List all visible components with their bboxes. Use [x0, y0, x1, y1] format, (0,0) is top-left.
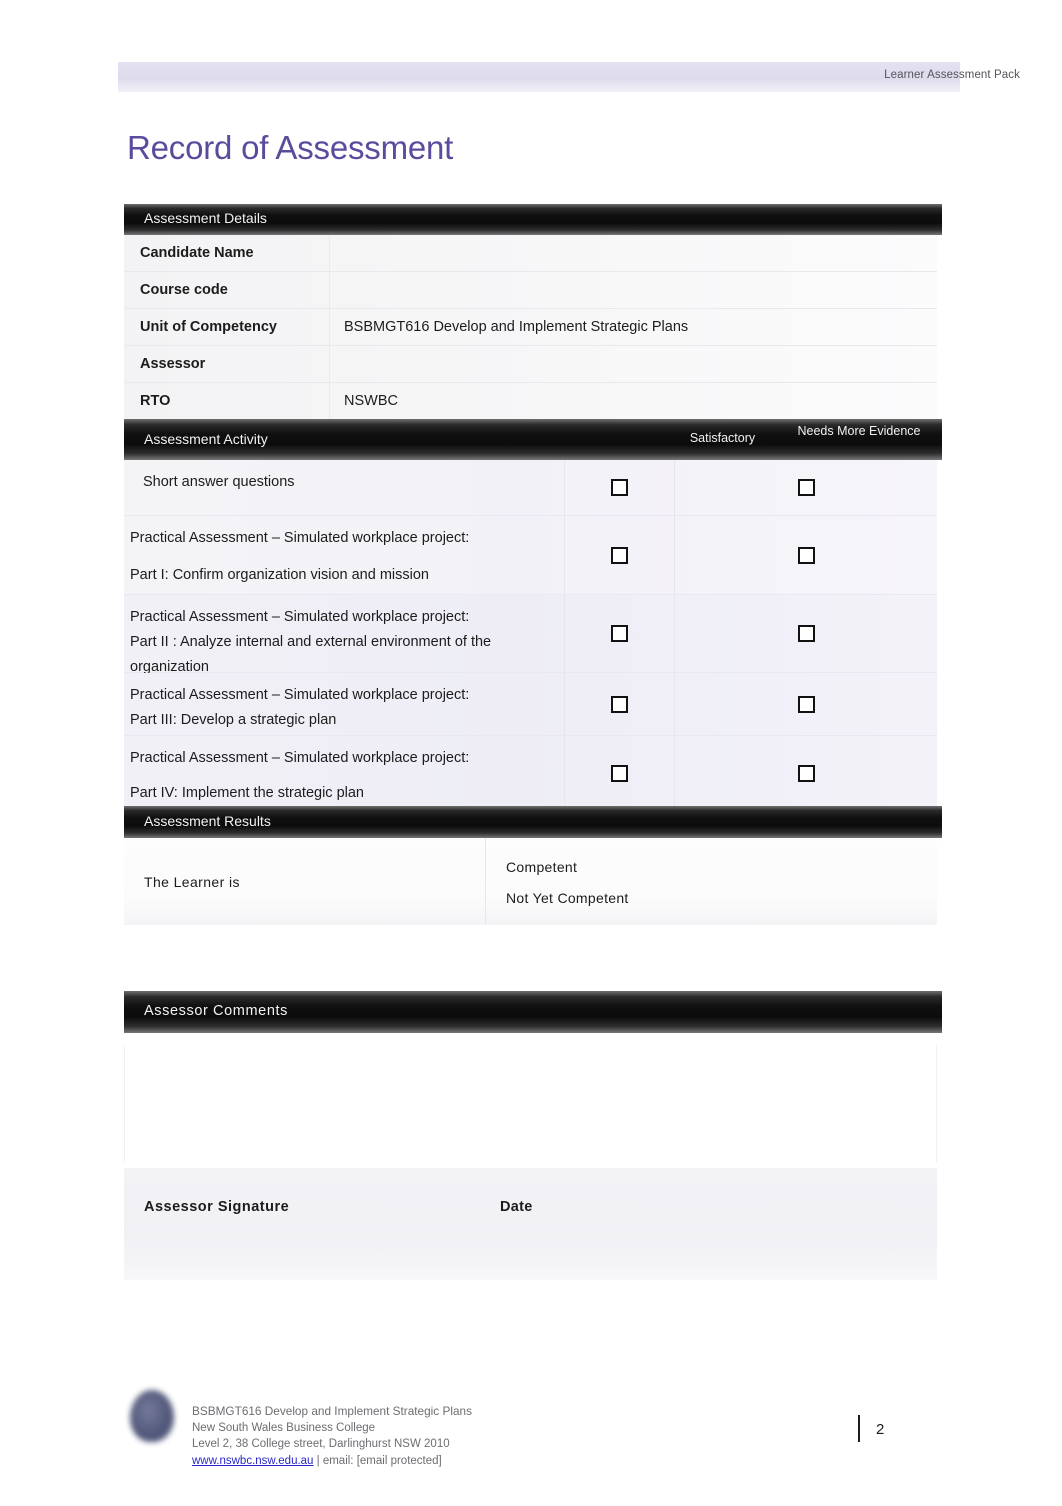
footer-website-link[interactable]: www.nswbc.nsw.edu.au [192, 1455, 313, 1467]
detail-label-unit-of-competency: Unit of Competency [124, 309, 330, 345]
activity-label-part-ii: Practical Assessment – Simulated workpla… [124, 595, 564, 675]
footer-unit-line: BSBMGT616 Develop and Implement Strategi… [192, 1404, 472, 1418]
activity-line-1: Practical Assessment – Simulated workpla… [130, 530, 470, 546]
assessment-activity-title: Assessment Activity [144, 431, 268, 447]
activity-label-part-iv: Practical Assessment – Simulated workpla… [124, 736, 564, 810]
cell-satisfactory[interactable] [564, 673, 674, 735]
detail-label-course-code: Course code [124, 272, 330, 308]
checkbox-satisfactory-part-ii[interactable] [611, 625, 628, 642]
assessment-details-section-header: Assessment Details [124, 204, 942, 235]
detail-value-unit-of-competency[interactable]: BSBMGT616 Develop and Implement Strategi… [330, 309, 937, 345]
cell-needs-more-evidence[interactable] [674, 460, 937, 515]
detail-value-candidate-name[interactable] [330, 235, 937, 271]
learner-result-options: Competent Not Yet Competent [486, 838, 937, 925]
assessment-results-table: The Learner is Competent Not Yet Compete… [124, 838, 937, 925]
activity-line-2: Part I: Confirm organization vision and … [130, 567, 429, 583]
detail-value-course-code[interactable] [330, 272, 937, 308]
checkbox-satisfactory-short-answer-questions[interactable] [611, 479, 628, 496]
activity-line-1: Practical Assessment – Simulated workpla… [130, 609, 470, 625]
footer-contact-block: BSBMGT616 Develop and Implement Strategi… [192, 1403, 472, 1469]
checkbox-needs-more-short-answer-questions[interactable] [797, 479, 815, 496]
assessor-signature-area: Assessor Signature Date [124, 1168, 937, 1280]
table-row: Short answer questions [124, 460, 937, 516]
activity-line-1: Practical Assessment – Simulated workpla… [130, 687, 470, 703]
table-row: Practical Assessment – Simulated workpla… [124, 736, 937, 810]
cell-needs-more-evidence[interactable] [674, 516, 937, 594]
assessment-details-table: Candidate Name Course code Unit of Compe… [124, 235, 937, 419]
detail-value-rto[interactable]: NSWBC [330, 383, 937, 419]
activity-line-1: Short answer questions [143, 474, 295, 490]
detail-label-candidate-name: Candidate Name [124, 235, 330, 271]
cell-satisfactory[interactable] [564, 736, 674, 810]
footer-college-line: New South Wales Business College [192, 1421, 376, 1434]
cell-satisfactory[interactable] [564, 595, 674, 672]
table-row: Candidate Name [124, 235, 937, 272]
activity-line-1: Practical Assessment – Simulated workpla… [130, 750, 470, 766]
activity-line-2: Part III: Develop a strategic plan [130, 712, 337, 728]
assessor-comments-title: Assessor Comments [144, 1003, 288, 1019]
assessment-details-title: Assessment Details [144, 210, 267, 226]
learner-is-label: The Learner is [124, 838, 486, 925]
column-header-satisfactory: Satisfactory [689, 431, 756, 445]
table-row: Unit of Competency BSBMGT616 Develop and… [124, 309, 937, 346]
activity-line-2: Part IV: Implement the strategic plan [130, 785, 364, 801]
table-row: Practical Assessment – Simulated workpla… [124, 595, 937, 675]
detail-value-assessor[interactable] [330, 346, 937, 382]
footer-web-email-line: www.nswbc.nsw.edu.au | email: [email pro… [192, 1453, 472, 1470]
page-header-band [118, 62, 960, 92]
page-title: Record of Assessment [127, 129, 454, 166]
cell-satisfactory[interactable] [564, 516, 674, 594]
checkbox-needs-more-part-iii[interactable] [797, 695, 815, 713]
checkbox-satisfactory-part-iv[interactable] [611, 764, 628, 782]
assessor-signature-label: Assessor Signature [144, 1199, 290, 1215]
cell-needs-more-evidence[interactable] [674, 673, 937, 735]
column-header-needs-more-evidence: Needs More Evidence [797, 424, 921, 438]
table-row: Course code [124, 272, 937, 309]
page-number: 2 [876, 1421, 885, 1438]
assessment-activity-section-header: Assessment Activity Satisfactory Needs M… [124, 419, 942, 460]
assessment-activity-table: Short answer questions Practical Assessm… [124, 460, 937, 810]
footer-address-line: Level 2, 38 College street, Darlinghurst… [192, 1438, 450, 1450]
checkbox-needs-more-part-i[interactable] [797, 546, 815, 564]
page-header-label: Learner Assessment Pack [884, 69, 1020, 81]
table-row: Practical Assessment – Simulated workpla… [124, 673, 937, 736]
cell-needs-more-evidence[interactable] [674, 595, 937, 672]
assessment-results-title: Assessment Results [144, 813, 271, 829]
page-number-rule [858, 1415, 860, 1442]
detail-label-rto: RTO [124, 383, 330, 419]
cell-satisfactory[interactable] [564, 460, 674, 515]
checkbox-needs-more-part-ii[interactable] [797, 625, 815, 642]
college-logo [130, 1390, 174, 1442]
cell-needs-more-evidence[interactable] [674, 736, 937, 810]
assessor-comments-input[interactable] [124, 1045, 937, 1162]
checkbox-needs-more-part-iv[interactable] [797, 764, 815, 782]
footer-email-text: | email: [email protected] [313, 1454, 442, 1467]
option-competent[interactable]: Competent [506, 852, 937, 883]
assessment-results-section-header: Assessment Results [124, 806, 942, 838]
activity-label-part-i: Practical Assessment – Simulated workpla… [124, 516, 564, 594]
table-row: RTO NSWBC [124, 383, 937, 419]
activity-label-part-iii: Practical Assessment – Simulated workpla… [124, 673, 564, 735]
checkbox-satisfactory-part-iii[interactable] [611, 695, 628, 713]
activity-label-short-answer-questions: Short answer questions [124, 460, 564, 515]
option-not-yet-competent[interactable]: Not Yet Competent [506, 883, 937, 914]
date-label: Date [500, 1199, 533, 1215]
assessor-comments-section-header: Assessor Comments [124, 991, 942, 1033]
table-row: Practical Assessment – Simulated workpla… [124, 516, 937, 595]
detail-label-assessor: Assessor [124, 346, 330, 382]
checkbox-satisfactory-part-i[interactable] [611, 546, 628, 564]
table-row: Assessor [124, 346, 937, 383]
